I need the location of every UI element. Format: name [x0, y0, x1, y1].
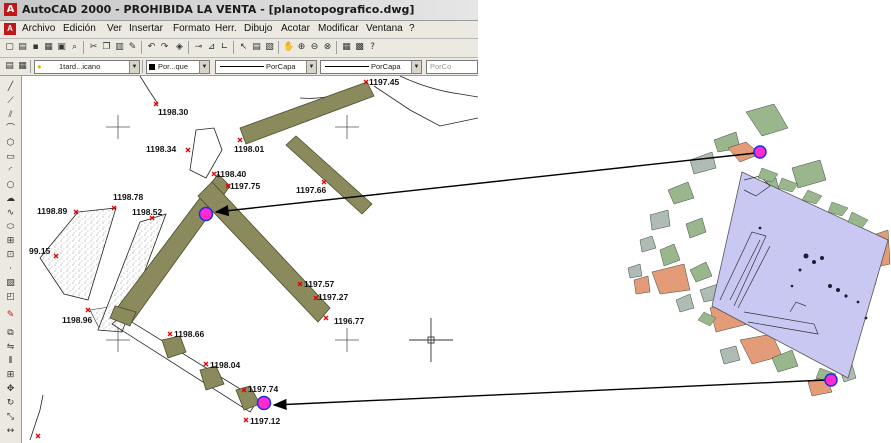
- correspondence-arrow-top: [214, 152, 757, 217]
- control-point-marker: [198, 206, 214, 222]
- correspondence-overlay: [198, 145, 838, 411]
- control-point-marker: [753, 145, 767, 159]
- correspondence-arrow-bottom: [272, 379, 827, 411]
- control-point-marker: [824, 373, 838, 387]
- control-point-marker: [256, 395, 272, 411]
